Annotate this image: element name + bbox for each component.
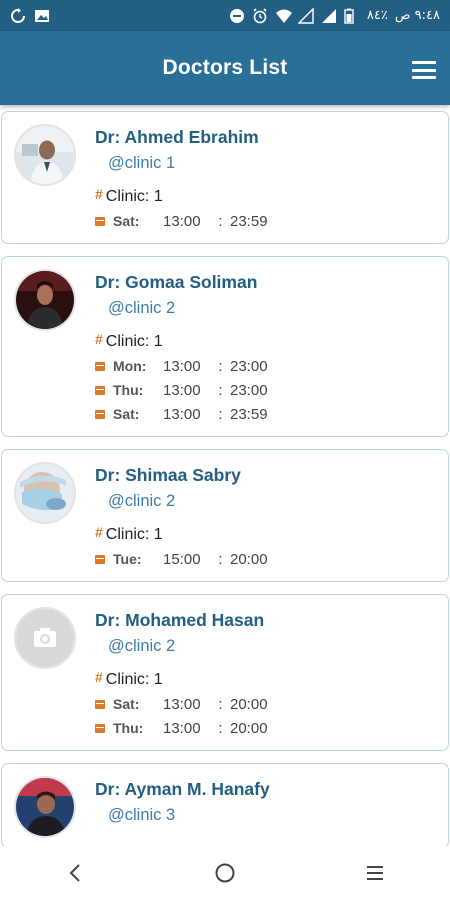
doctor-card[interactable]: Dr: Gomaa Soliman @clinic 2 # Clinic: 1 … xyxy=(1,256,449,437)
schedule-row: Mon: 13:00 : 23:00 xyxy=(95,354,448,378)
clinic-label: Clinic: 1 xyxy=(105,671,163,688)
navigation-bar xyxy=(0,846,450,900)
calendar-icon xyxy=(95,554,105,564)
schedule-day: Thu: xyxy=(113,382,144,398)
schedule-to: 23:59 xyxy=(230,405,268,423)
schedule-to: 23:00 xyxy=(230,381,268,399)
schedule-day: Sat: xyxy=(113,213,140,229)
avatar xyxy=(14,124,76,186)
schedule-day: Thu: xyxy=(113,720,144,736)
do-not-disturb-icon xyxy=(229,8,245,24)
schedule-to: 23:00 xyxy=(230,357,268,375)
schedule-from: 15:00 xyxy=(163,550,201,568)
doctors-list[interactable]: Dr: Ahmed Ebrahim @clinic 1 # Clinic: 1 … xyxy=(0,105,450,846)
clinic-label: Clinic: 1 xyxy=(105,526,163,543)
menu-icon xyxy=(412,61,436,64)
schedule-day: Sat: xyxy=(113,696,140,712)
schedule-from: 13:00 xyxy=(163,212,201,230)
calendar-icon xyxy=(95,409,105,419)
sync-icon xyxy=(10,7,26,24)
schedule-to: 20:00 xyxy=(230,550,268,568)
doctor-card[interactable]: Dr: Shimaa Sabry @clinic 2 # Clinic: 1 T… xyxy=(1,449,449,582)
avatar xyxy=(14,776,76,838)
home-circle-icon xyxy=(215,863,235,883)
page-title: Doctors List xyxy=(162,56,288,79)
calendar-icon xyxy=(95,723,105,733)
clinic-row: # Clinic: 1 xyxy=(95,668,448,692)
schedule-row: Sat: 13:00 : 20:00 xyxy=(95,692,448,716)
calendar-icon xyxy=(95,361,105,371)
clinic-handle: @clinic 2 xyxy=(108,492,176,510)
schedule-row: Tue: 15:00 : 20:00 xyxy=(95,547,448,571)
status-bar: ٨٤٪ ٩:٤٨ ص xyxy=(0,0,450,31)
schedule-day: Tue: xyxy=(113,551,142,567)
calendar-icon xyxy=(95,216,105,226)
clinic-row: # Clinic: 1 xyxy=(95,330,448,354)
schedule-to: 23:59 xyxy=(230,212,268,230)
schedule-from: 13:00 xyxy=(163,405,201,423)
doctor-card[interactable]: Dr: Ahmed Ebrahim @clinic 1 # Clinic: 1 … xyxy=(1,111,449,244)
schedule-separator: : xyxy=(218,357,223,375)
signal-icon xyxy=(297,6,314,24)
signal-strength-icon xyxy=(321,8,337,24)
schedule-separator: : xyxy=(218,212,223,230)
home-button[interactable] xyxy=(195,853,255,893)
clinic-handle: @clinic 3 xyxy=(108,806,176,824)
alarm-icon xyxy=(252,7,268,24)
back-button[interactable] xyxy=(45,853,105,893)
schedule-to: 20:00 xyxy=(230,695,268,713)
clinic-label: Clinic: 1 xyxy=(105,188,163,205)
schedule-row: Thu: 13:00 : 20:00 xyxy=(95,716,448,740)
clock: ٩:٤٨ ص xyxy=(394,8,440,23)
clinic-row: # Clinic: 1 xyxy=(95,523,448,547)
clinic-handle: @clinic 1 xyxy=(108,154,176,172)
schedule-from: 13:00 xyxy=(163,719,201,737)
hash-icon: # xyxy=(95,524,103,540)
schedule-separator: : xyxy=(218,719,223,737)
doctor-card[interactable]: Dr: Mohamed Hasan @clinic 2 # Clinic: 1 … xyxy=(1,594,449,751)
schedule-separator: : xyxy=(218,695,223,713)
calendar-icon xyxy=(95,699,105,709)
schedule-day: Mon: xyxy=(113,358,147,374)
schedule-separator: : xyxy=(218,550,223,568)
schedule-from: 13:00 xyxy=(163,381,201,399)
doctor-name[interactable]: Dr: Mohamed Hasan xyxy=(95,607,448,633)
doctor-name[interactable]: Dr: Shimaa Sabry xyxy=(95,462,448,488)
doctor-name[interactable]: Dr: Ahmed Ebrahim xyxy=(95,124,448,150)
clinic-handle: @clinic 2 xyxy=(108,637,176,655)
wifi-icon xyxy=(275,8,292,24)
clinic-label: Clinic: 1 xyxy=(105,333,163,350)
battery-level: ٨٤٪ xyxy=(366,8,388,23)
hash-icon: # xyxy=(95,331,103,347)
clinic-row: # Clinic: 1 xyxy=(95,185,448,209)
clinic-handle: @clinic 2 xyxy=(108,299,176,317)
schedule-from: 13:00 xyxy=(163,357,201,375)
schedule-row: Sat: 13:00 : 23:59 xyxy=(95,402,448,426)
recents-button[interactable] xyxy=(345,853,405,893)
battery-icon xyxy=(344,8,360,24)
hash-icon: # xyxy=(95,669,103,685)
doctor-name[interactable]: Dr: Ayman M. Hanafy xyxy=(95,776,448,802)
schedule-day: Sat: xyxy=(113,406,140,422)
image-icon xyxy=(34,8,50,24)
calendar-icon xyxy=(95,385,105,395)
schedule-separator: : xyxy=(218,405,223,423)
doctor-name[interactable]: Dr: Gomaa Soliman xyxy=(95,269,448,295)
schedule-separator: : xyxy=(218,381,223,399)
avatar xyxy=(14,462,76,524)
avatar xyxy=(14,269,76,331)
app-bar: Doctors List xyxy=(0,31,450,105)
hash-icon: # xyxy=(95,186,103,202)
recents-icon xyxy=(367,866,383,880)
schedule-row: Thu: 13:00 : 23:00 xyxy=(95,378,448,402)
schedule-to: 20:00 xyxy=(230,719,268,737)
schedule-row: Sat: 13:00 : 23:59 xyxy=(95,209,448,233)
doctor-card[interactable]: Dr: Ayman M. Hanafy @clinic 3 xyxy=(1,763,449,846)
menu-button[interactable] xyxy=(412,61,436,79)
back-chevron-icon xyxy=(69,864,80,882)
avatar xyxy=(14,607,76,669)
schedule-from: 13:00 xyxy=(163,695,201,713)
